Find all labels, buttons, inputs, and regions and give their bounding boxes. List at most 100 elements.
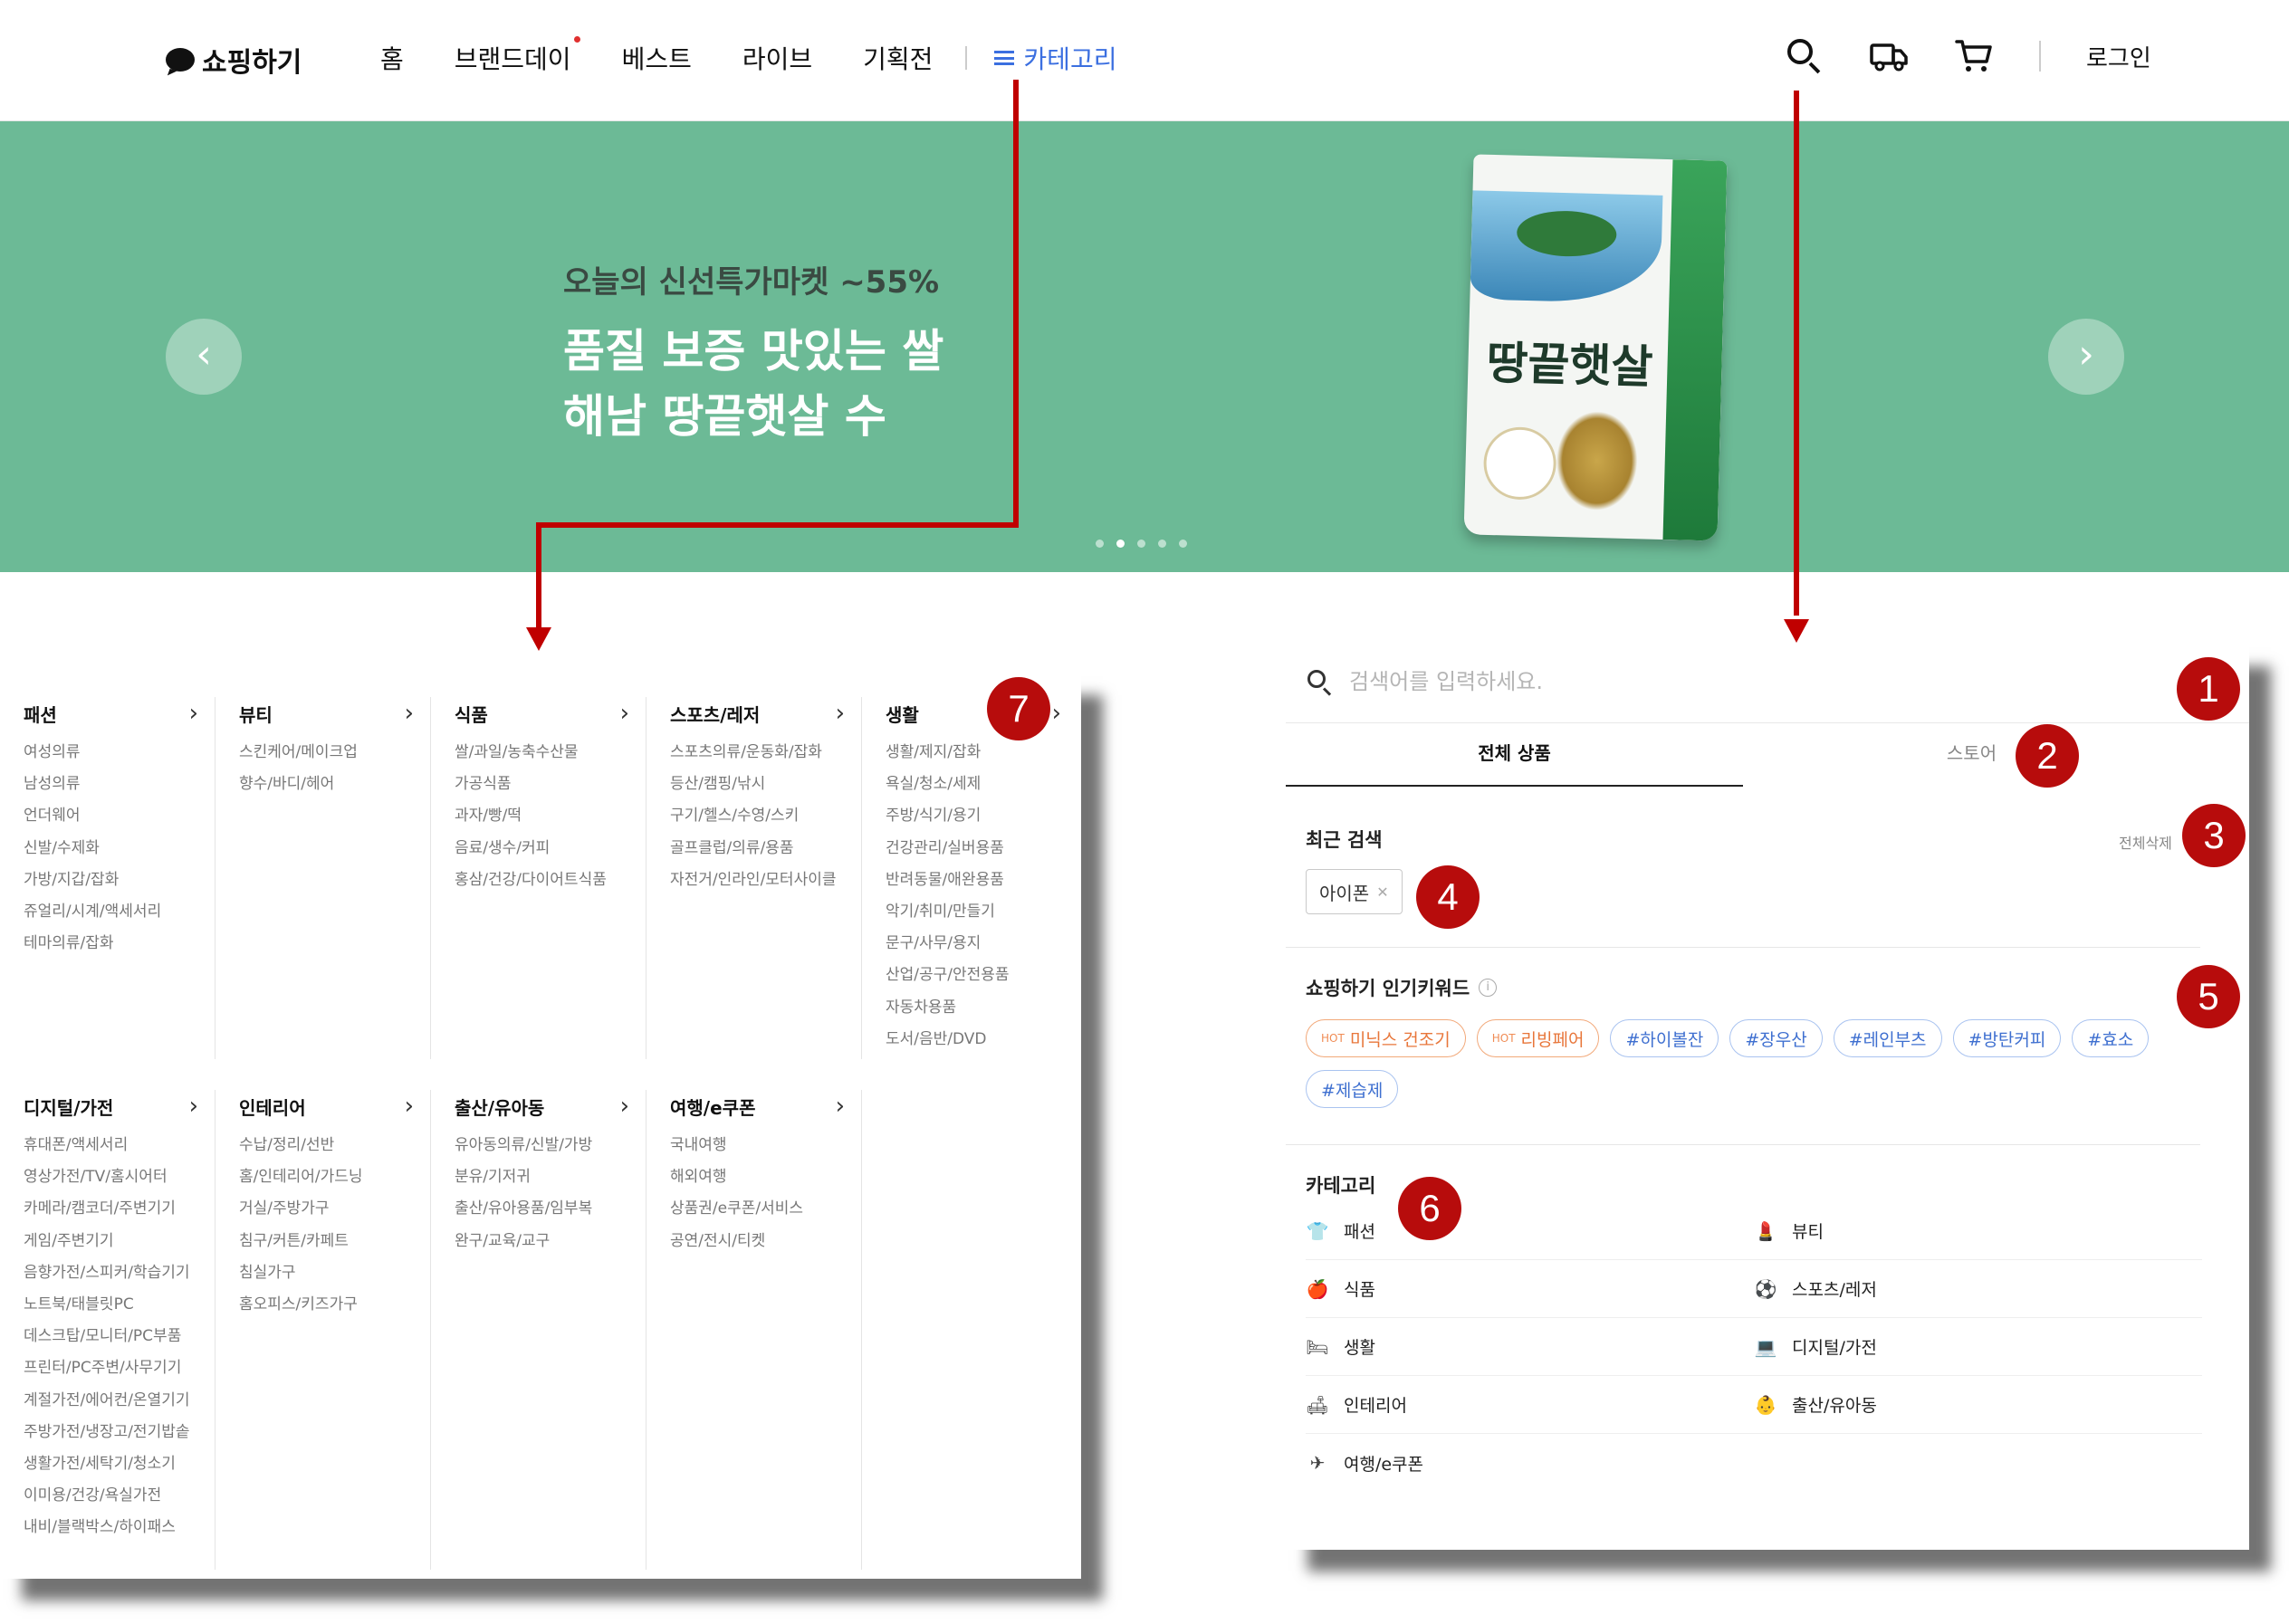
keyword-chip[interactable]: #제습제 [1306,1070,1399,1108]
category-item[interactable]: 가방/지갑/잡화 [24,865,215,896]
info-icon[interactable]: i [1479,979,1498,997]
category-item[interactable]: 문구/사무/용지 [886,928,1077,960]
category-item[interactable]: 악기/취미/만들기 [886,896,1077,928]
category-item[interactable]: 언더웨어 [24,800,215,832]
page-dot[interactable] [1096,540,1104,548]
category-item[interactable]: 계절가전/에어컨/온열기기 [24,1385,215,1417]
category-shortcut-travel[interactable]: ✈ 여행/e쿠폰 [1306,1434,1754,1492]
category-heading[interactable]: 디지털/가전 › [24,1090,215,1122]
category-item[interactable]: 생활가전/세탁기/청소기 [24,1448,215,1480]
login-link[interactable]: 로그인 [2086,40,2151,73]
category-item[interactable]: 건강관리/실버용품 [886,833,1077,865]
category-shortcut-living[interactable]: 🛏 생활 [1306,1318,1754,1376]
category-item[interactable]: 음료/생수/커피 [455,833,646,865]
search-input[interactable] [1349,669,2164,694]
nav-best[interactable]: 베스트 [622,40,692,76]
category-heading[interactable]: 인테리어 › [239,1090,430,1122]
category-item[interactable]: 분유/기저귀 [455,1161,646,1193]
category-heading[interactable]: 패션 › [24,697,215,730]
category-item[interactable]: 생활/제지/잡화 [886,737,1077,769]
category-item[interactable]: 홈/인테리어/가드닝 [239,1161,430,1193]
keyword-chip[interactable]: #장우산 [1729,1019,1823,1057]
keyword-chip[interactable]: HOT 미닉스 건조기 [1306,1019,1466,1057]
category-item[interactable]: 여성의류 [24,737,215,769]
category-item[interactable]: 향수/바디/헤어 [239,769,430,800]
category-item[interactable]: 가공식품 [455,769,646,800]
banner-prev-button[interactable]: ‹ [166,319,242,395]
category-item[interactable]: 반려동물/애완용품 [886,865,1077,896]
category-item[interactable]: 스포츠의류/운동화/잡화 [670,737,861,769]
page-dot[interactable] [1179,540,1187,548]
category-shortcut-baby[interactable]: 👶 출산/유아동 [1754,1376,2202,1434]
category-heading[interactable]: 여행/e쿠폰 › [670,1090,861,1122]
category-item[interactable]: 프린터/PC주변/사무기기 [24,1352,215,1384]
tab-all-products[interactable]: 전체 상품 [1286,739,1743,787]
category-item[interactable]: 휴대폰/액세서리 [24,1130,215,1161]
nav-live[interactable]: 라이브 [742,40,812,76]
nav-special[interactable]: 기획전 [863,40,933,76]
keyword-chip[interactable]: #방탄커피 [1952,1019,2062,1057]
category-item[interactable]: 유아동의류/신발/가방 [455,1130,646,1161]
page-dot[interactable] [1158,540,1166,548]
category-shortcut-sports[interactable]: ⚽ 스포츠/레저 [1754,1260,2202,1318]
category-item[interactable]: 수납/정리/선반 [239,1130,430,1161]
category-heading[interactable]: 출산/유아동 › [455,1090,646,1122]
keyword-chip[interactable]: #레인부츠 [1833,1019,1942,1057]
category-heading[interactable]: 식품 › [455,697,646,730]
recent-search-chip[interactable]: 아이폰 ✕ [1306,869,1403,914]
category-item[interactable]: 침구/커튼/카페트 [239,1226,430,1257]
category-item[interactable]: 노트북/태블릿PC [24,1289,215,1321]
category-shortcut-digital[interactable]: 💻 디지털/가전 [1754,1318,2202,1376]
category-item[interactable]: 등산/캠핑/낚시 [670,769,861,800]
category-item[interactable]: 구기/헬스/수영/스키 [670,800,861,832]
category-item[interactable]: 산업/공구/안전용품 [886,960,1077,991]
category-item[interactable]: 자전거/인라인/모터사이클 [670,865,861,896]
category-item[interactable]: 카메라/캠코더/주변기기 [24,1193,215,1225]
category-item[interactable]: 완구/교육/교구 [455,1226,646,1257]
nav-category-button[interactable]: 카테고리 [994,40,1116,76]
category-item[interactable]: 스킨케어/메이크업 [239,737,430,769]
banner-next-button[interactable]: › [2048,319,2124,395]
category-item[interactable]: 쥬얼리/시계/액세서리 [24,896,215,928]
category-item[interactable]: 홍삼/건강/다이어트식품 [455,865,646,896]
category-item[interactable]: 데스크탑/모니터/PC부품 [24,1321,215,1352]
category-shortcut-interior[interactable]: 🛋 인테리어 [1306,1376,1754,1434]
category-shortcut-beauty[interactable]: 💄 뷰티 [1754,1202,2202,1260]
nav-home[interactable]: 홈 [380,40,404,76]
category-item[interactable]: 주방가전/냉장고/전기밥솥 [24,1417,215,1448]
category-item[interactable]: 자동차용품 [886,992,1077,1024]
category-item[interactable]: 쌀/과일/농축수산물 [455,737,646,769]
category-item[interactable]: 상품권/e쿠폰/서비스 [670,1193,861,1225]
clear-all-button[interactable]: 전체삭제 [2119,831,2172,853]
category-item[interactable]: 남성의류 [24,769,215,800]
search-icon[interactable] [1784,36,1824,76]
category-item[interactable]: 욕실/청소/세제 [886,769,1077,800]
keyword-chip[interactable]: #효소 [2072,1019,2150,1057]
page-dot[interactable] [1137,540,1145,548]
page-dot-active[interactable] [1116,540,1125,548]
close-icon[interactable]: ✕ [1376,884,1388,901]
keyword-chip[interactable]: HOT 리빙페어 [1476,1019,1600,1057]
category-item[interactable]: 국내여행 [670,1130,861,1161]
category-shortcut-fashion[interactable]: 👕 패션 [1306,1202,1754,1260]
category-item[interactable]: 과자/빵/떡 [455,800,646,832]
nav-brandday[interactable]: 브랜드데이 [455,36,580,76]
category-item[interactable]: 내비/블랙박스/하이패스 [24,1512,215,1543]
promo-banner[interactable]: ‹ 오늘의 신선특가마켓 ~55% 품질 보증 맛있는 쌀 해남 땅끝햇살 수 … [0,121,2289,572]
tab-store[interactable]: 스토어 [1743,739,2200,787]
logo[interactable]: 쇼핑하기 [166,40,302,80]
category-item[interactable]: 홈오피스/키즈가구 [239,1289,430,1321]
category-item[interactable]: 해외여행 [670,1161,861,1193]
category-item[interactable]: 게임/주변기기 [24,1226,215,1257]
category-item[interactable]: 골프클럽/의류/용품 [670,833,861,865]
category-item[interactable]: 영상가전/TV/홈시어터 [24,1161,215,1193]
cart-icon[interactable] [1954,36,1994,76]
category-item[interactable]: 침실가구 [239,1257,430,1289]
category-item[interactable]: 주방/식기/용기 [886,800,1077,832]
category-item[interactable]: 거실/주방가구 [239,1193,430,1225]
category-item[interactable]: 도서/음반/DVD [886,1024,1077,1056]
category-heading[interactable]: 스포츠/레저 › [670,697,861,730]
category-item[interactable]: 신발/수제화 [24,833,215,865]
category-item[interactable]: 출산/유아용품/임부복 [455,1193,646,1225]
delivery-truck-icon[interactable] [1869,36,1909,76]
